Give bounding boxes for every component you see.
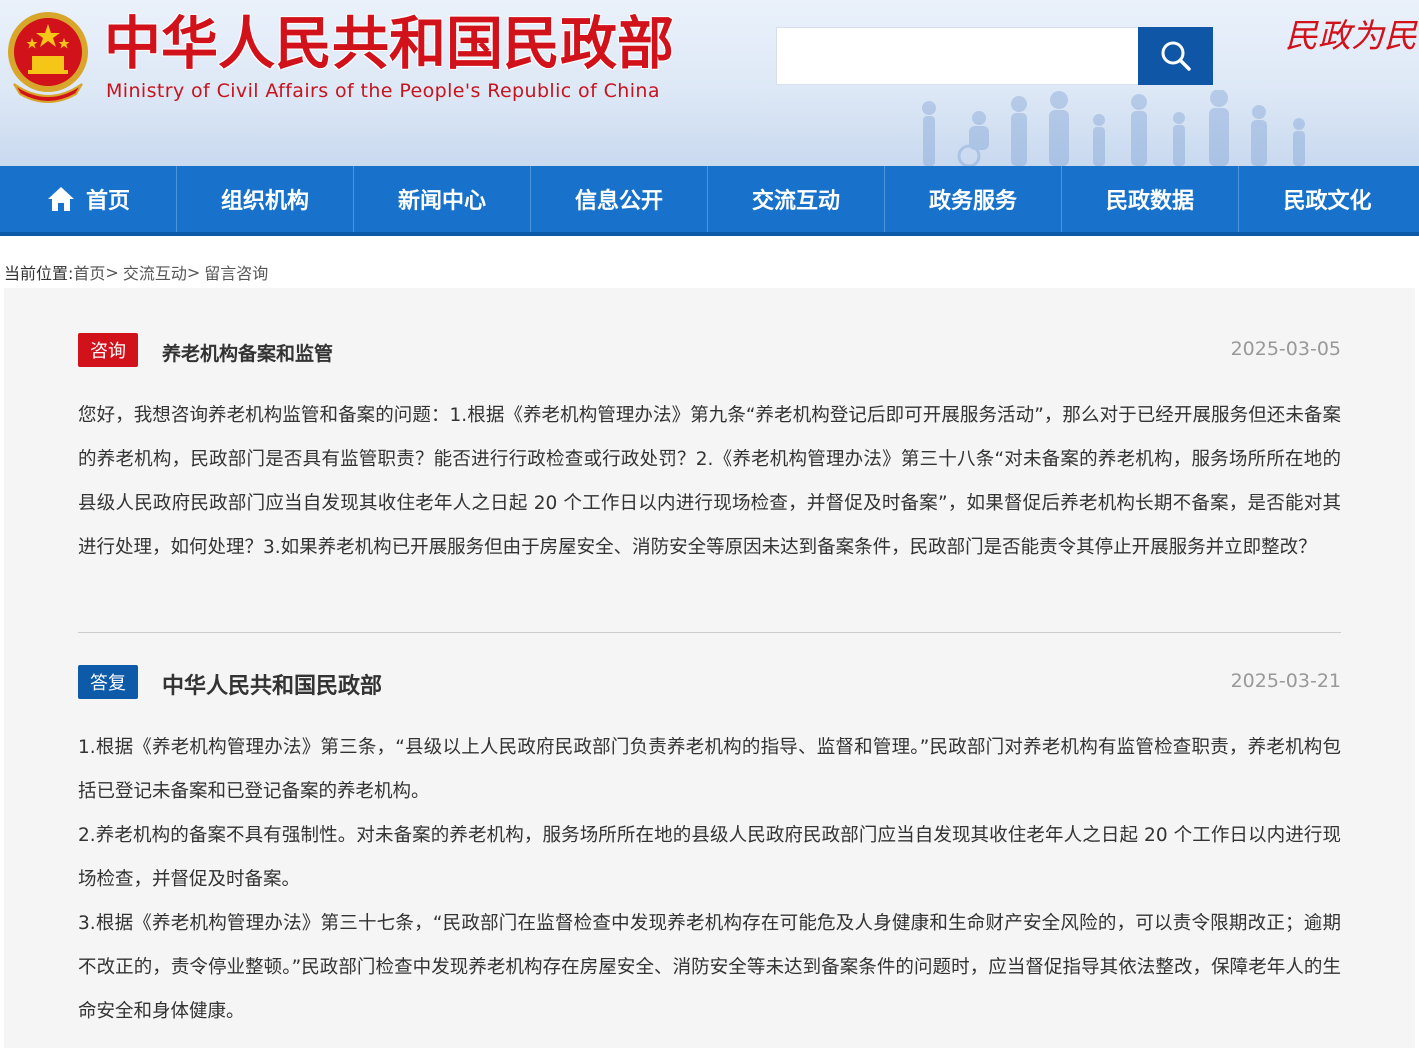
question-date: 2025-03-05	[1230, 338, 1341, 360]
search-input[interactable]	[777, 28, 1138, 84]
search-icon	[1161, 41, 1191, 71]
nav-item-interaction[interactable]: 交流互动	[708, 166, 885, 232]
breadcrumb-consultation[interactable]: 留言咨询	[204, 260, 268, 284]
nav-item-news[interactable]: 新闻中心	[354, 166, 531, 232]
question-tag: 咨询	[78, 333, 138, 367]
national-emblem-icon[interactable]	[4, 8, 92, 104]
main-nav: 首页 组织机构 新闻中心 信息公开 交流互动 政务服务 民政数据 民政文化	[0, 166, 1419, 236]
breadcrumb-prefix: 当前位置:	[4, 264, 74, 283]
search-box	[776, 27, 1213, 85]
section-divider	[78, 632, 1341, 633]
slogan: 民政为民	[1285, 16, 1417, 55]
answer-paragraph: 3.根据《养老机构管理办法》第三十七条，“民政部门在监督检查中发现养老机构存在可…	[78, 913, 1341, 1022]
breadcrumb-separator: >	[186, 262, 201, 282]
site-header: 中华人民共和国民政部 Ministry of Civil Affairs of …	[0, 0, 1419, 166]
question-body: 您好，我想咨询养老机构监管和备案的问题：1.根据《养老机构管理办法》第九条“养老…	[78, 394, 1341, 570]
message-detail-panel: 咨询 养老机构备案和监管 2025-03-05 您好，我想咨询养老机构监管和备案…	[4, 288, 1415, 1048]
people-silhouette-decoration	[922, 90, 1305, 166]
answer-tag: 答复	[78, 665, 138, 699]
answer-section: 答复 中华人民共和国民政部 2025-03-21 1.根据《养老机构管理办法》第…	[78, 664, 1341, 1034]
question-text: 您好，我想咨询养老机构监管和备案的问题：1.根据《养老机构管理办法》第九条“养老…	[78, 405, 1341, 558]
breadcrumb-separator: >	[105, 262, 119, 282]
question-title: 养老机构备案和监管	[162, 342, 334, 365]
answer-body: 1.根据《养老机构管理办法》第三条，“县级以上人民政府民政部门负责养老机构的指导…	[78, 726, 1341, 1034]
home-icon	[46, 185, 76, 213]
site-title-en: Ministry of Civil Affairs of the People'…	[106, 80, 660, 102]
answer-header: 答复 中华人民共和国民政部 2025-03-21	[78, 664, 1341, 700]
answer-paragraph: 2.养老机构的备案不具有强制性。对未备案的养老机构，服务场所所在地的县级人民政府…	[78, 825, 1341, 890]
nav-item-label: 首页	[85, 189, 130, 214]
answer-paragraph: 1.根据《养老机构管理办法》第三条，“县级以上人民政府民政部门负责养老机构的指导…	[78, 737, 1341, 802]
site-title-cn: 中华人民共和国民政部	[104, 11, 674, 77]
breadcrumb-home[interactable]: 首页	[73, 260, 105, 284]
nav-item-info-disclosure[interactable]: 信息公开	[531, 166, 708, 232]
search-button[interactable]	[1138, 27, 1213, 85]
answer-date: 2025-03-21	[1230, 670, 1341, 692]
answer-title: 中华人民共和国民政部	[162, 674, 383, 699]
nav-item-home[interactable]: 首页	[0, 166, 177, 232]
nav-item-culture[interactable]: 民政文化	[1239, 166, 1416, 232]
breadcrumb-interaction[interactable]: 交流互动	[123, 260, 187, 284]
nav-item-services[interactable]: 政务服务	[885, 166, 1062, 232]
nav-item-data[interactable]: 民政数据	[1062, 166, 1239, 232]
nav-item-organization[interactable]: 组织机构	[177, 166, 354, 232]
question-section: 咨询 养老机构备案和监管 2025-03-05 您好，我想咨询养老机构监管和备案…	[78, 332, 1341, 570]
question-header: 咨询 养老机构备案和监管 2025-03-05	[78, 332, 1341, 368]
